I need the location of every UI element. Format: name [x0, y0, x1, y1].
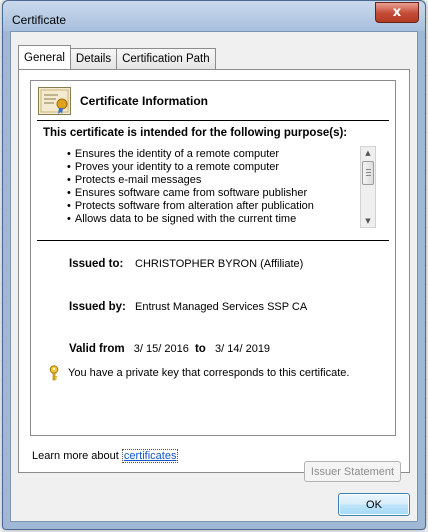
issued-by-label: Issued by: [69, 301, 126, 313]
tab-details[interactable]: Details [69, 48, 118, 69]
purpose-heading: This certificate is intended for the fol… [43, 127, 348, 139]
learn-more-prefix: Learn more about [32, 450, 122, 462]
issued-by-value: Entrust Managed Services SSP CA [135, 301, 308, 313]
window-title: Certificate [12, 13, 67, 27]
close-icon: x [392, 5, 402, 20]
learn-more-text: Learn more about certificates [32, 449, 179, 463]
general-tab-panel: Certificate Information This certificate… [18, 69, 410, 482]
private-key-note: You have a private key that corresponds … [68, 367, 350, 379]
list-item: Allows data to be signed with the curren… [67, 213, 357, 226]
issued-to-label: Issued to: [69, 258, 124, 270]
tab-general[interactable]: General [18, 45, 71, 69]
valid-from-value: 3/ 15/ 2016 [133, 343, 189, 355]
issuer-statement-button[interactable]: Issuer Statement [304, 461, 401, 482]
scroll-up-icon[interactable]: ▲ [361, 147, 375, 159]
certificate-dialog: Certificate x General Details Certificat… [2, 0, 426, 530]
scroll-thumb[interactable] [362, 161, 374, 185]
validity-row: Valid from 3/ 15/ 2016 to 3/ 14/ 2019 [69, 343, 270, 355]
purpose-divider [37, 240, 389, 241]
list-item: Proves your identity to a remote compute… [67, 161, 357, 174]
certificate-icon [38, 87, 71, 115]
list-item: Ensures the identity of a remote compute… [67, 148, 357, 161]
title-bar[interactable]: Certificate x [3, 1, 425, 31]
certificate-info-box: Certificate Information This certificate… [30, 80, 396, 436]
tab-certification-path[interactable]: Certification Path [116, 48, 216, 69]
valid-from-label: Valid from [69, 343, 125, 355]
certificate-info-title: Certificate Information [80, 94, 209, 108]
list-item: Protects software from alteration after … [67, 200, 357, 213]
close-button[interactable]: x [375, 2, 419, 23]
list-item: Protects e-mail messages [67, 174, 357, 187]
certificates-link[interactable]: certificates [121, 449, 179, 463]
scroll-down-icon[interactable]: ▼ [361, 215, 375, 227]
key-icon [49, 365, 59, 381]
title-divider [37, 120, 389, 121]
list-item: Ensures software came from software publ… [67, 187, 357, 200]
dialog-body: General Details Certification Path Certi… [10, 31, 418, 522]
ok-button[interactable]: OK [338, 493, 410, 516]
tab-strip: General Details Certification Path [18, 45, 216, 69]
purpose-list: Ensures the identity of a remote compute… [67, 148, 357, 226]
issued-to-value: CHRISTOPHER BYRON (Affiliate) [135, 258, 304, 270]
purpose-scrollbar[interactable]: ▲ ▼ [360, 146, 376, 228]
valid-to-value: 3/ 14/ 2019 [215, 343, 271, 355]
valid-to-label: to [194, 343, 206, 355]
